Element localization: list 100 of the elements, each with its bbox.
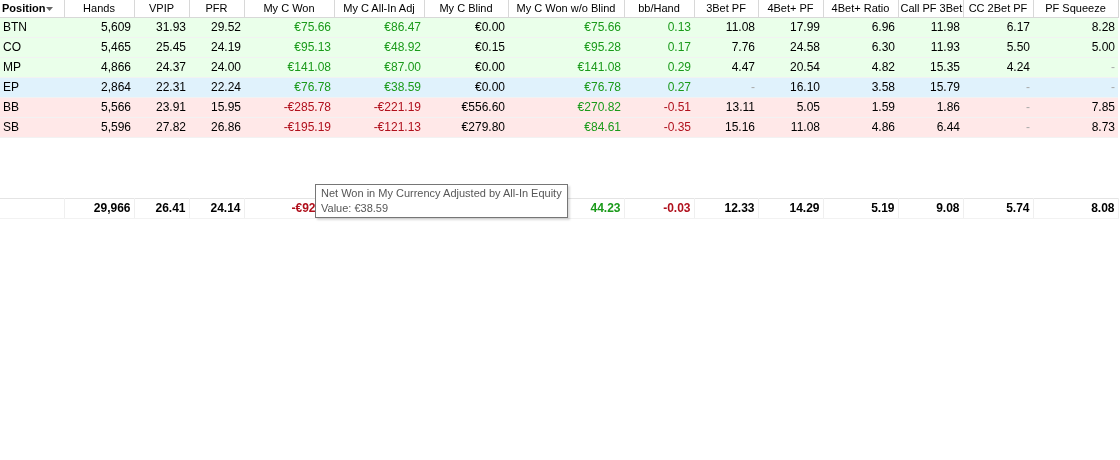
table-cell: 15.95 bbox=[189, 97, 244, 117]
table-cell: €75.66 bbox=[508, 17, 624, 37]
table-cell: 23.91 bbox=[134, 97, 189, 117]
column-header[interactable]: Position bbox=[0, 0, 64, 17]
position-label: EP bbox=[0, 77, 64, 97]
table-cell: €95.13 bbox=[244, 37, 334, 57]
table-cell: 4,866 bbox=[64, 57, 134, 77]
table-cell: - bbox=[1033, 57, 1118, 77]
table-cell: 0.27 bbox=[624, 77, 694, 97]
table-cell: 5,596 bbox=[64, 117, 134, 137]
table-cell: 4.24 bbox=[963, 57, 1033, 77]
table-cell: 20.54 bbox=[758, 57, 823, 77]
table-cell: 17.99 bbox=[758, 17, 823, 37]
position-label: SB bbox=[0, 117, 64, 137]
table-cell: €87.00 bbox=[334, 57, 424, 77]
table-cell: €141.08 bbox=[244, 57, 334, 77]
table-cell: 0.29 bbox=[624, 57, 694, 77]
table-cell: 26.41 bbox=[134, 198, 189, 218]
table-cell: 11.08 bbox=[758, 117, 823, 137]
table-cell: -€285.78 bbox=[244, 97, 334, 117]
column-header[interactable]: My C Won w/o Blind bbox=[508, 0, 624, 17]
table-cell: €76.78 bbox=[508, 77, 624, 97]
table-cell: - bbox=[963, 77, 1033, 97]
column-header[interactable]: My C All-In Adj bbox=[334, 0, 424, 17]
column-header[interactable]: CC 2Bet PF bbox=[963, 0, 1033, 17]
table-cell: 6.30 bbox=[823, 37, 898, 57]
table-cell: €141.08 bbox=[508, 57, 624, 77]
table-cell: €0.00 bbox=[424, 17, 508, 37]
column-header[interactable]: VPIP bbox=[134, 0, 189, 17]
table-cell: €279.80 bbox=[424, 117, 508, 137]
table-cell: 6.96 bbox=[823, 17, 898, 37]
table-cell: 24.19 bbox=[189, 37, 244, 57]
table-cell: - bbox=[963, 117, 1033, 137]
column-header[interactable]: My C Won bbox=[244, 0, 334, 17]
column-header[interactable]: PF Squeeze bbox=[1033, 0, 1118, 17]
table-cell: €0.15 bbox=[424, 37, 508, 57]
column-header[interactable]: Hands bbox=[64, 0, 134, 17]
column-header[interactable]: My C Blind bbox=[424, 0, 508, 17]
table-cell: 0.17 bbox=[624, 37, 694, 57]
table-cell: -€195.19 bbox=[244, 117, 334, 137]
table-cell: 29.52 bbox=[189, 17, 244, 37]
table-cell: 11.98 bbox=[898, 17, 963, 37]
table-cell: 3.58 bbox=[823, 77, 898, 97]
table-cell: 5,465 bbox=[64, 37, 134, 57]
table-cell: 11.93 bbox=[898, 37, 963, 57]
table-cell: 14.29 bbox=[758, 198, 823, 218]
table-cell: 4.86 bbox=[823, 117, 898, 137]
table-cell: 1.59 bbox=[823, 97, 898, 117]
table-cell: €76.78 bbox=[244, 77, 334, 97]
table-row[interactable]: SB 5,596 27.82 26.86 -€195.19 -€121.13 €279.80 €84.61 -0.35 15.16 11.08 4.86 6.44 - 8.73 bbox=[0, 117, 1118, 137]
table-cell: 11.08 bbox=[694, 17, 758, 37]
table-cell: -0.35 bbox=[624, 117, 694, 137]
table-cell: 5.05 bbox=[758, 97, 823, 117]
table-cell: -0.51 bbox=[624, 97, 694, 117]
table-cell: 8.73 bbox=[1033, 117, 1118, 137]
table-cell: 9.08 bbox=[898, 198, 963, 218]
table-cell: 13.11 bbox=[694, 97, 758, 117]
table-row[interactable]: BTN 5,609 31.93 29.52 €75.66 €86.47 €0.00 €75.66 0.13 11.08 17.99 6.96 11.98 6.17 8.28 bbox=[0, 17, 1118, 37]
table-cell: 15.79 bbox=[898, 77, 963, 97]
table-row[interactable]: CO 5,465 25.45 24.19 €95.13 €48.92 €0.15 €95.28 0.17 7.76 24.58 6.30 11.93 5.50 5.00 bbox=[0, 37, 1118, 57]
column-header[interactable]: 4Bet+ PF bbox=[758, 0, 823, 17]
table-cell: 4.82 bbox=[823, 57, 898, 77]
table-cell: -0.03 bbox=[624, 198, 694, 218]
column-header[interactable]: 4Bet+ Ratio bbox=[823, 0, 898, 17]
table-cell: 24.14 bbox=[189, 198, 244, 218]
position-label: MP bbox=[0, 57, 64, 77]
position-label: BB bbox=[0, 97, 64, 117]
table-cell: - bbox=[963, 97, 1033, 117]
table-cell: 1.86 bbox=[898, 97, 963, 117]
table-cell: 27.82 bbox=[134, 117, 189, 137]
tooltip-title: Net Won in My Currency Adjusted by All-In Equity bbox=[321, 186, 562, 201]
table-cell: 26.86 bbox=[189, 117, 244, 137]
table-cell: 29,966 bbox=[64, 198, 134, 218]
table-row[interactable]: MP 4,866 24.37 24.00 €141.08 €87.00 €0.00 €141.08 0.29 4.47 20.54 4.82 15.35 4.24 - bbox=[0, 57, 1118, 77]
table-cell: 5.74 bbox=[963, 198, 1033, 218]
table-cell: €75.66 bbox=[244, 17, 334, 37]
table-cell: €48.92 bbox=[334, 37, 424, 57]
table-cell: 31.93 bbox=[134, 17, 189, 37]
table-cell: 24.37 bbox=[134, 57, 189, 77]
position-label: CO bbox=[0, 37, 64, 57]
table-cell: -€121.13 bbox=[334, 117, 424, 137]
column-header[interactable]: bb/Hand bbox=[624, 0, 694, 17]
table-cell: 22.31 bbox=[134, 77, 189, 97]
column-header[interactable]: Call PF 3Bet bbox=[898, 0, 963, 17]
table-cell: 15.16 bbox=[694, 117, 758, 137]
table-row[interactable]: EP 2,864 22.31 22.24 €76.78 €38.59 €0.00 €76.78 0.27 - 16.10 3.58 15.79 - - bbox=[0, 77, 1118, 97]
column-header[interactable]: PFR bbox=[189, 0, 244, 17]
table-cell: €0.00 bbox=[424, 77, 508, 97]
table-cell: 12.33 bbox=[694, 198, 758, 218]
table-cell: 5,566 bbox=[64, 97, 134, 117]
table-cell: €556.60 bbox=[424, 97, 508, 117]
table-cell: 8.28 bbox=[1033, 17, 1118, 37]
table-cell: €84.61 bbox=[508, 117, 624, 137]
table-row[interactable]: BB 5,566 23.91 15.95 -€285.78 -€221.19 €556.60 €270.82 -0.51 13.11 5.05 1.59 1.86 - 7.85 bbox=[0, 97, 1118, 117]
table-cell: €38.59 bbox=[334, 77, 424, 97]
table-cell: 4.47 bbox=[694, 57, 758, 77]
column-header[interactable]: 3Bet PF bbox=[694, 0, 758, 17]
table-cell: 24.00 bbox=[189, 57, 244, 77]
table-cell: €0.00 bbox=[424, 57, 508, 77]
table-cell: 5.19 bbox=[823, 198, 898, 218]
